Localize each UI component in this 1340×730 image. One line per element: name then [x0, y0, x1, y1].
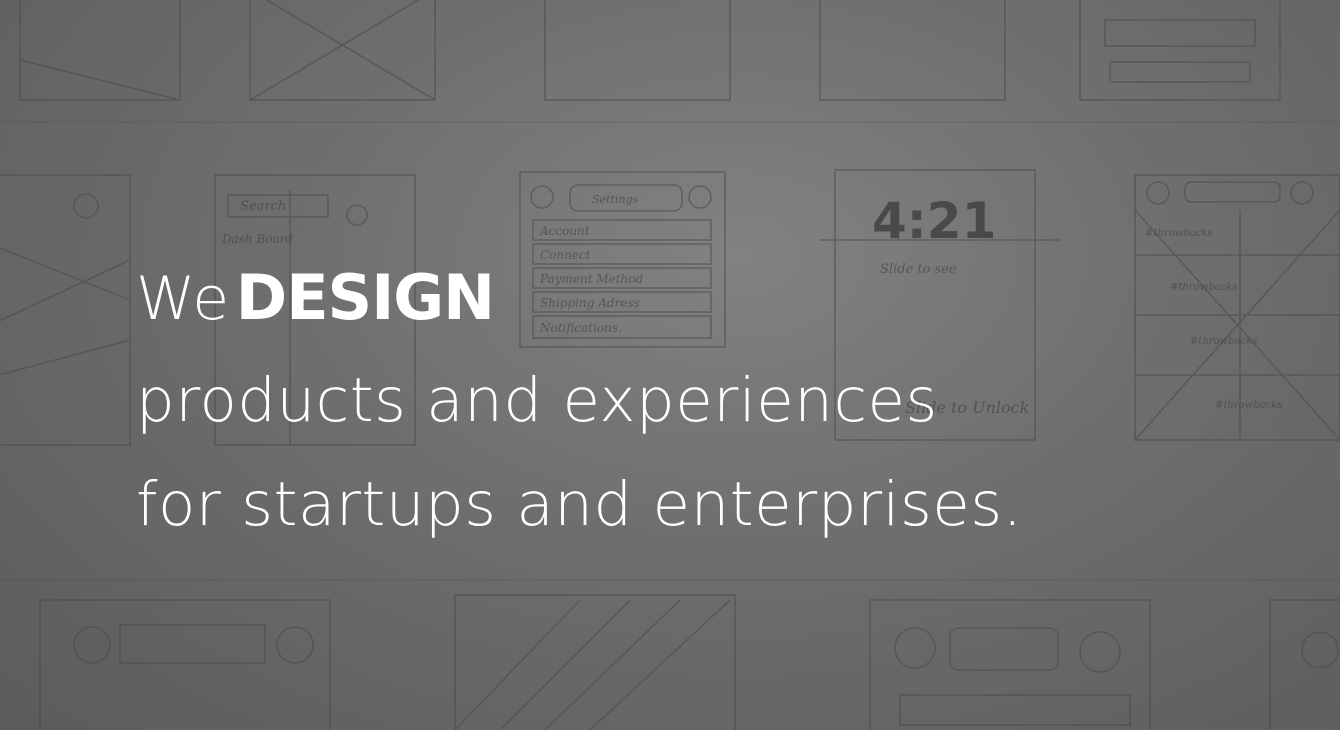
hero-headline: WeDESIGN products and experiences for st… — [136, 258, 1023, 557]
headline-line-1: WeDESIGN — [136, 258, 1023, 339]
hero-section: Search Dash Board Settings Account Conne… — [0, 0, 1340, 730]
headline-word-we: We — [136, 264, 230, 334]
headline-line-2: products and experiences — [136, 365, 938, 436]
headline-word-design: DESIGN — [235, 261, 495, 334]
headline-line-3: for startups and enterprises. — [136, 469, 1023, 540]
